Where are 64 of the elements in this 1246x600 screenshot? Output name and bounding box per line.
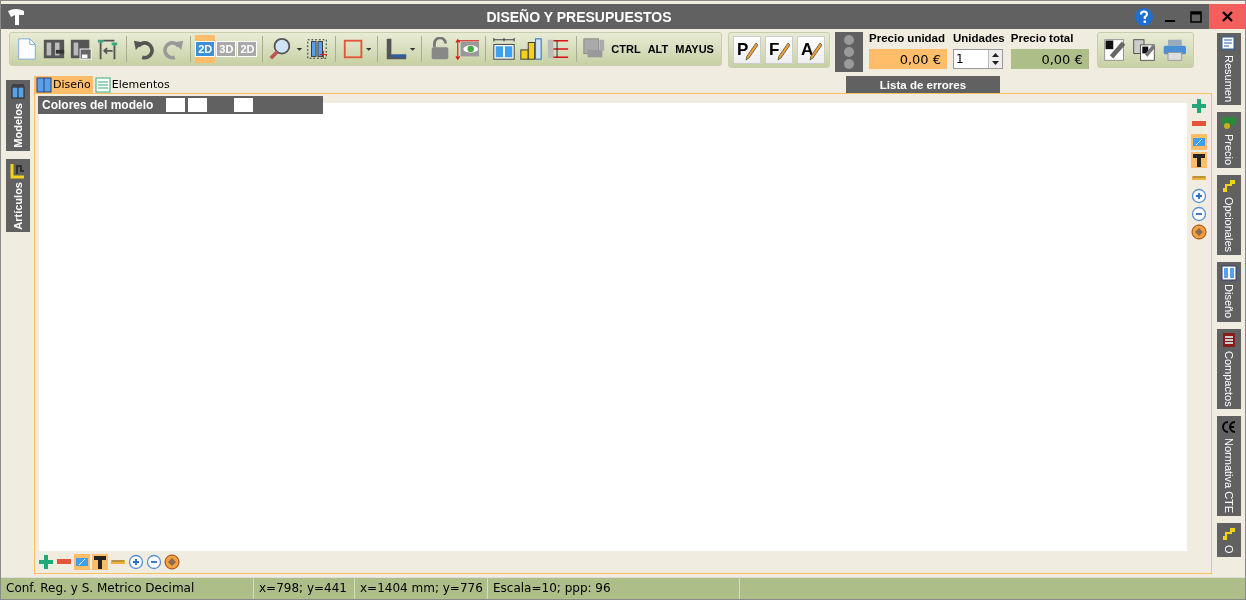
- modifier-key-button[interactable]: MAYUS: [672, 34, 717, 64]
- panes-icon: [36, 76, 52, 93]
- list-icon: [94, 76, 111, 93]
- color-swatch[interactable]: [188, 98, 208, 112]
- side-tab-icon: [1221, 115, 1237, 132]
- side-tab-icon: [10, 161, 26, 179]
- side-tab-icon: [1221, 526, 1237, 543]
- close-button[interactable]: [1209, 4, 1245, 29]
- zoom-out-icon[interactable]: [1191, 206, 1207, 222]
- screw-icon[interactable]: [1191, 152, 1207, 168]
- spinner-arrows-icon[interactable]: [989, 50, 1002, 68]
- traffic-light-icon: [844, 35, 854, 69]
- zoom-in-icon[interactable]: [128, 554, 144, 570]
- side-tab-icon: [1221, 265, 1237, 282]
- help-icon: [1134, 6, 1154, 27]
- zoom-out-icon[interactable]: [146, 554, 162, 570]
- window-title: DISEÑO Y PRESUPUESTOS: [485, 8, 673, 25]
- maximize-icon: [1190, 10, 1202, 23]
- error-list-button[interactable]: Lista de errores: [846, 76, 1000, 93]
- plus-icon[interactable]: [38, 554, 54, 570]
- edit-document-button[interactable]: P: [733, 36, 761, 64]
- side-tab-icon: [1221, 419, 1237, 436]
- status-text: x=798; y=441: [254, 578, 355, 599]
- modifier-key-button[interactable]: ALT: [644, 34, 672, 64]
- side-tab[interactable]: Precio: [1217, 112, 1241, 169]
- content-tab[interactable]: Diseño: [34, 76, 93, 93]
- color-swatch[interactable]: [234, 98, 254, 112]
- side-tab[interactable]: Opcionales: [1217, 175, 1241, 256]
- close-icon: [1221, 11, 1233, 22]
- edit-document-button[interactable]: F: [765, 36, 793, 64]
- side-tab[interactable]: Resumen: [1217, 33, 1241, 106]
- view-mode-button[interactable]: 2D: [195, 35, 216, 63]
- screw-icon[interactable]: [92, 554, 108, 570]
- unit-price-value: 0,00 €: [869, 49, 947, 69]
- side-tab-icon: [1221, 331, 1237, 348]
- side-tab[interactable]: Modelos: [6, 80, 30, 151]
- minimize-icon: [1165, 19, 1175, 22]
- app-logo-icon: [5, 6, 27, 27]
- pencil-icon: [777, 42, 791, 62]
- side-tab[interactable]: Diseño: [1217, 262, 1241, 322]
- side-tab-icon: [1221, 178, 1237, 195]
- status-text: Escala=10; ppp: 96: [488, 578, 740, 599]
- price-label: Precio unidad: [869, 32, 947, 46]
- total-price-value: 0,00 €: [1010, 49, 1089, 69]
- units-spinner[interactable]: 1: [953, 49, 1003, 69]
- side-tab[interactable]: Artículos: [6, 158, 30, 233]
- status-text: x=1404 mm; y=776: [355, 578, 488, 599]
- side-tab[interactable]: Compactos: [1217, 328, 1241, 410]
- price-label: Unidades: [953, 32, 1005, 46]
- side-tab[interactable]: O: [1217, 523, 1241, 557]
- model-colors-label: Colores del modelo: [42, 98, 154, 112]
- side-tab[interactable]: Normativa CTE: [1217, 416, 1241, 517]
- content-tab[interactable]: Elementos: [92, 76, 172, 93]
- side-tab-icon: [1221, 36, 1237, 52]
- zoom-in-icon[interactable]: [1191, 188, 1207, 204]
- plus-icon[interactable]: [1191, 98, 1207, 114]
- status-text: Conf. Reg. y S. Metrico Decimal: [1, 578, 254, 599]
- target-icon[interactable]: [1191, 224, 1207, 240]
- side-tab-icon: [10, 83, 26, 100]
- modifier-key-button[interactable]: CTRL: [608, 34, 644, 64]
- price-label: Precio total: [1010, 32, 1075, 46]
- edit-document-button[interactable]: A: [797, 36, 825, 64]
- color-swatch[interactable]: [166, 98, 186, 112]
- target-icon[interactable]: [164, 554, 180, 570]
